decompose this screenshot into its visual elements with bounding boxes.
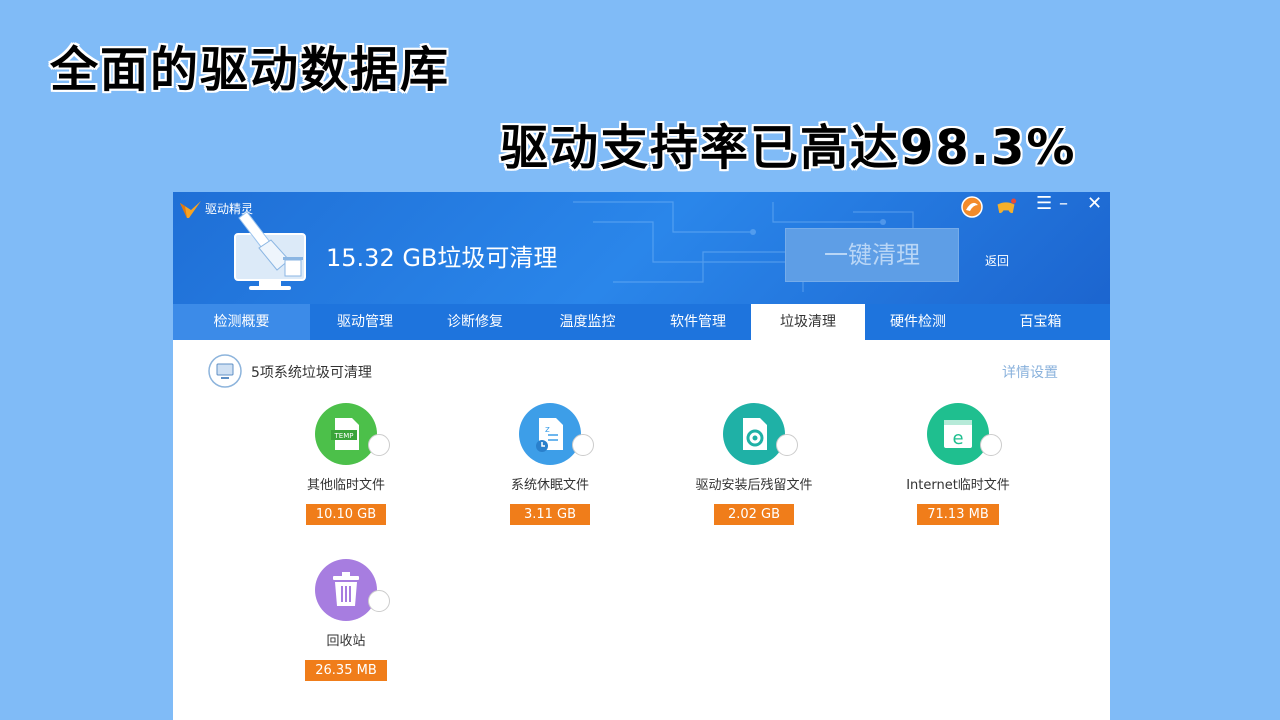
game-center-icon[interactable] [995, 196, 1017, 218]
one-click-clean-button[interactable]: 一键清理 [785, 228, 959, 282]
broom-screen-icon [234, 212, 306, 290]
select-checkbox[interactable] [368, 434, 390, 456]
junk-clean-panel: 5项系统垃圾可清理 详情设置 TEMP 其他临时文件 10.10 GB z 系统… [173, 340, 1110, 720]
sleep-file-icon: z [519, 403, 581, 465]
junk-item-label: 其他临时文件 [306, 478, 385, 493]
ie-file-icon: e [927, 403, 989, 465]
svg-text:TEMP: TEMP [334, 432, 354, 440]
tab-hardware[interactable]: 硬件检测 [865, 304, 971, 340]
computer-icon [208, 354, 242, 388]
close-button[interactable]: ✕ [1087, 193, 1102, 214]
menu-icon[interactable]: ☰ [1036, 193, 1052, 214]
junk-item-size: 2.02 GB [714, 504, 794, 525]
app-logo-icon [180, 201, 201, 218]
section-title: 5项系统垃圾可清理 [251, 365, 372, 381]
junk-item-label: Internet临时文件 [906, 478, 1010, 493]
tab-junk-clean[interactable]: 垃圾清理 [751, 304, 865, 340]
junk-item-label: 驱动安装后残留文件 [695, 478, 813, 493]
temp-file-icon: TEMP [315, 403, 377, 465]
tab-diagnose-repair[interactable]: 诊断修复 [420, 304, 530, 340]
junk-item-label: 回收站 [326, 634, 366, 649]
recycle-bin-icon [315, 559, 377, 621]
select-checkbox[interactable] [572, 434, 594, 456]
junk-item-size: 71.13 MB [917, 504, 999, 525]
app-window: 驱动精灵 15.32 GB垃圾可清理 一键清理 返回 ☰ – ✕ 检测概要 驱动… [173, 192, 1110, 720]
driver-file-icon [723, 403, 785, 465]
junk-item-size: 26.35 MB [305, 660, 387, 681]
minimize-button[interactable]: – [1059, 193, 1068, 214]
tab-software[interactable]: 软件管理 [645, 304, 751, 340]
junk-item-size: 10.10 GB [305, 504, 387, 525]
junk-item-sleep-files[interactable]: z 系统休眠文件 3.11 GB [470, 402, 630, 525]
junk-item-recycle-bin[interactable]: 回收站 26.35 MB [266, 558, 426, 681]
svg-text:e: e [952, 428, 963, 449]
promo-headline-1: 全面的驱动数据库 [50, 42, 451, 98]
back-link[interactable]: 返回 [985, 252, 1009, 269]
tab-toolbox[interactable]: 百宝箱 [971, 304, 1110, 340]
user-avatar-icon[interactable] [961, 196, 983, 218]
junk-item-temp-files[interactable]: TEMP 其他临时文件 10.10 GB [266, 402, 426, 525]
select-checkbox[interactable] [368, 590, 390, 612]
tab-overview[interactable]: 检测概要 [173, 304, 310, 340]
select-checkbox[interactable] [776, 434, 798, 456]
promo-headline-2: 驱动支持率已高达98.3% [500, 120, 1077, 176]
select-checkbox[interactable] [980, 434, 1002, 456]
junk-size-headline: 15.32 GB垃圾可清理 [326, 244, 558, 272]
tab-temperature[interactable]: 温度监控 [530, 304, 645, 340]
junk-item-size: 3.11 GB [510, 504, 590, 525]
detail-settings-link[interactable]: 详情设置 [1002, 362, 1058, 382]
junk-item-driver-residual[interactable]: 驱动安装后残留文件 2.02 GB [674, 402, 834, 525]
main-tabs: 检测概要 驱动管理 诊断修复 温度监控 软件管理 垃圾清理 硬件检测 百宝箱 [173, 304, 1110, 340]
junk-item-internet-temp[interactable]: e Internet临时文件 71.13 MB [878, 402, 1038, 525]
junk-item-label: 系统休眠文件 [510, 478, 589, 493]
tab-driver-management[interactable]: 驱动管理 [310, 304, 420, 340]
app-header: 驱动精灵 15.32 GB垃圾可清理 一键清理 返回 ☰ – ✕ [173, 192, 1110, 304]
svg-text:z: z [545, 425, 550, 435]
